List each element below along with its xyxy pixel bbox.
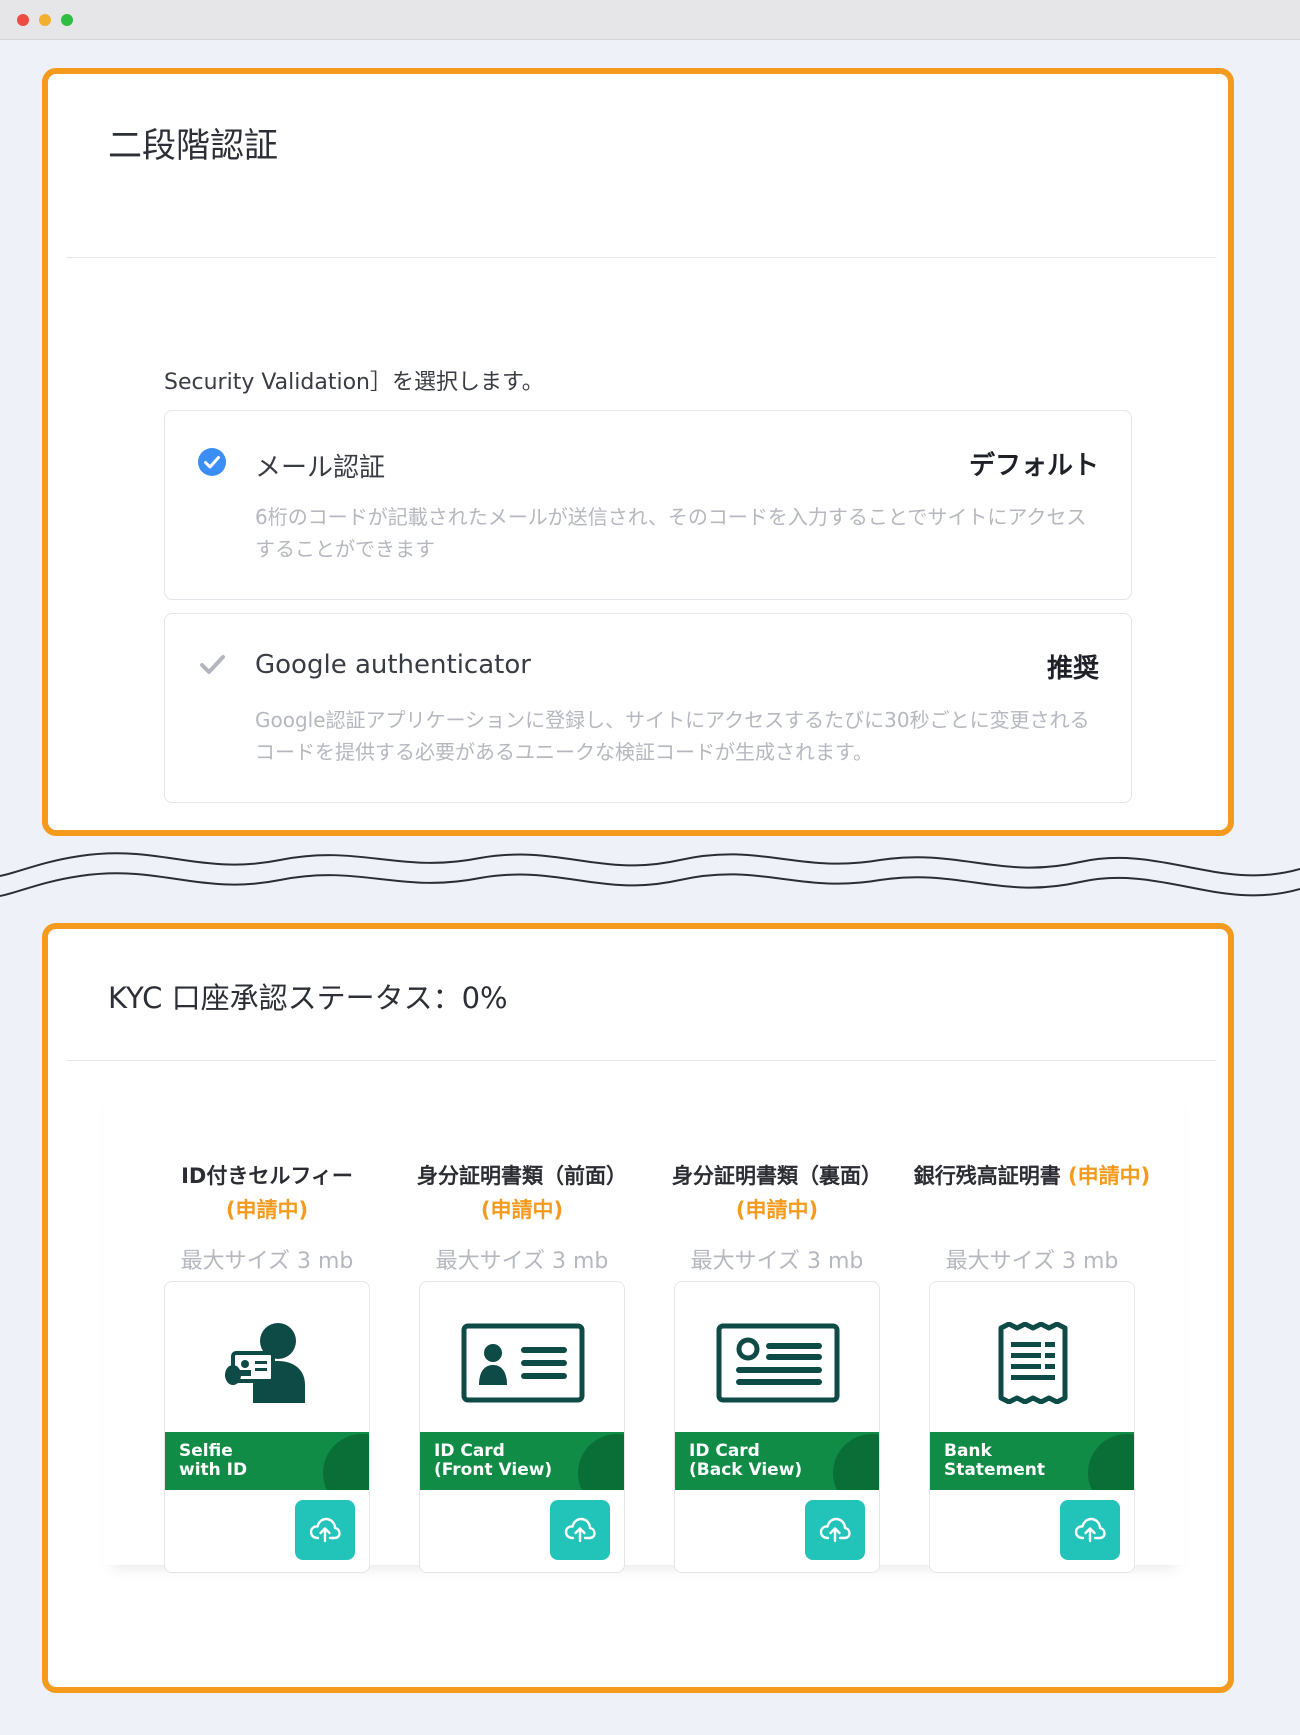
selfie-id-icon — [165, 1318, 369, 1408]
document-status: (申請中) — [225, 1198, 309, 1222]
panel-divider — [66, 1060, 1216, 1061]
cloud-upload-icon — [309, 1517, 341, 1543]
upload-button[interactable] — [1060, 1500, 1120, 1560]
cloud-upload-icon — [1074, 1517, 1106, 1543]
google-auth-description: Google認証アプリケーションに登録し、サイトにアクセスするたびに30秒ごとに… — [255, 708, 1090, 764]
document-status: (申請中) — [735, 1198, 819, 1222]
security-instruction: Security Validation］を選択します。 — [164, 370, 544, 395]
page-break-wave — [0, 840, 1300, 897]
document-label: 身分証明書類（裏面） (申請中) — [654, 1159, 900, 1227]
document-upload-card[interactable]: Selfie with ID — [164, 1281, 370, 1573]
check-icon — [200, 655, 225, 674]
document-label-text: ID付きセルフィー — [181, 1164, 353, 1188]
bank-statement-icon — [930, 1318, 1134, 1408]
document-banner-text: ID Card (Front View) — [434, 1441, 553, 1480]
document-label-text: 銀行残高証明書 — [913, 1164, 1061, 1188]
document-status: (申請中) — [480, 1198, 564, 1222]
email-auth-option[interactable]: メール認証 デフォルト 6桁のコードが記載されたメールが送信され、そのコードを入… — [164, 410, 1132, 600]
check-circle-icon — [198, 448, 226, 476]
document-max-size: 最大サイズ 3 mb — [690, 1249, 864, 1274]
document-upload-card[interactable]: Bank Statement — [929, 1281, 1135, 1573]
id-card-back-icon — [675, 1318, 879, 1408]
upload-button[interactable] — [550, 1500, 610, 1560]
minimize-window-dot[interactable] — [39, 14, 51, 26]
google-auth-option[interactable]: Google authenticator 推奨 Google認証アプリケーション… — [164, 613, 1132, 803]
two-factor-panel: 二段階認証 Security Validation］を選択します。 メール認証 … — [42, 68, 1234, 836]
two-factor-title: 二段階認証 — [108, 126, 278, 166]
document-status: (申請中) — [1068, 1164, 1151, 1188]
document-banner-text: ID Card (Back View) — [689, 1441, 803, 1480]
cloud-upload-icon — [564, 1517, 596, 1543]
close-window-dot[interactable] — [17, 14, 29, 26]
upload-button[interactable] — [805, 1500, 865, 1560]
document-upload-card[interactable]: ID Card (Back View) — [674, 1281, 880, 1573]
kyc-title: KYC 口座承認ステータス：0% — [108, 981, 508, 1015]
email-auth-name: メール認証 — [255, 453, 386, 483]
google-auth-tag: 推奨 — [1046, 654, 1099, 684]
document-label-text: 身分証明書類（前面） — [417, 1164, 627, 1188]
email-auth-tag: デフォルト — [968, 451, 1099, 481]
email-auth-description: 6桁のコードが記載されたメールが送信され、そのコードを入力することでサイトにアク… — [255, 505, 1087, 561]
kyc-panel: KYC 口座承認ステータス：0% ID付きセルフィー (申請中) 最大サイズ 3… — [42, 923, 1234, 1693]
document-banner-text: Selfie with ID — [179, 1441, 248, 1480]
window-titlebar — [0, 0, 1300, 40]
document-max-size: 最大サイズ 3 mb — [435, 1249, 609, 1274]
id-card-front-icon — [420, 1318, 624, 1408]
document-upload-card[interactable]: ID Card (Front View) — [419, 1281, 625, 1573]
document-label: ID付きセルフィー (申請中) — [144, 1159, 390, 1227]
document-banner: ID Card (Front View) — [420, 1432, 624, 1490]
panel-divider — [66, 257, 1216, 258]
document-banner: Bank Statement — [930, 1432, 1134, 1490]
document-max-size: 最大サイズ 3 mb — [180, 1249, 354, 1274]
maximize-window-dot[interactable] — [61, 14, 73, 26]
document-banner: Selfie with ID — [165, 1432, 369, 1490]
document-banner-text: Bank Statement — [944, 1441, 1045, 1480]
document-label-text: 身分証明書類（裏面） — [672, 1164, 882, 1188]
cloud-upload-icon — [819, 1517, 851, 1543]
google-auth-name: Google authenticator — [255, 650, 531, 680]
upload-button[interactable] — [295, 1500, 355, 1560]
document-banner: ID Card (Back View) — [675, 1432, 879, 1490]
document-label: 身分証明書類（前面） (申請中) — [399, 1159, 645, 1227]
document-label: 銀行残高証明書 (申請中) — [909, 1159, 1155, 1193]
document-max-size: 最大サイズ 3 mb — [945, 1249, 1119, 1274]
